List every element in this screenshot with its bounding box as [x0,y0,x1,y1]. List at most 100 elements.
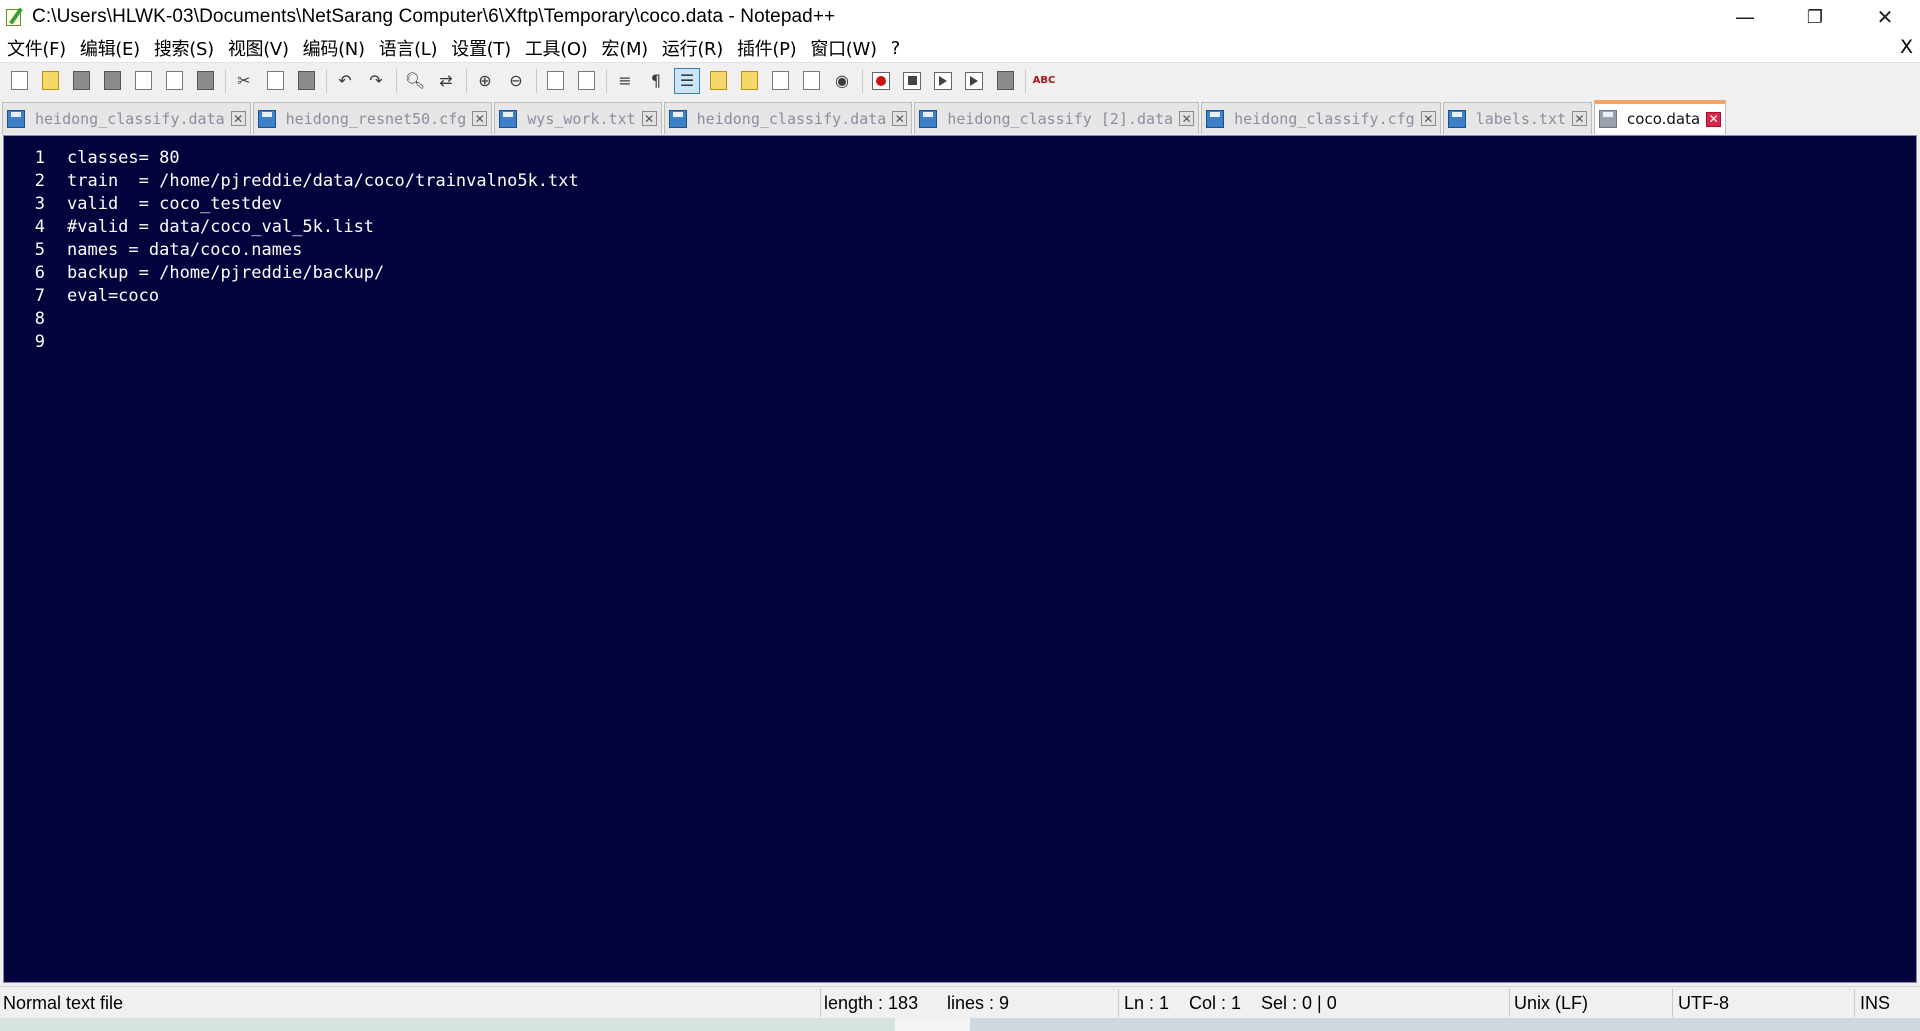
code-line[interactable]: train = /home/pjreddie/data/coco/trainva… [67,170,1916,193]
run-macro-multiple-icon[interactable] [961,68,987,94]
saved-file-icon [668,109,687,128]
record-macro-icon[interactable] [868,68,894,94]
redo-icon[interactable]: ↷ [363,68,389,94]
saved-file-icon [1447,109,1466,128]
line-number: 2 [34,171,45,191]
folder-workspace-icon[interactable] [798,68,824,94]
monitoring-icon[interactable]: ◉ [829,68,855,94]
notepadpp-logo-icon [4,6,26,28]
code-line[interactable] [67,308,1916,331]
tab-close-icon[interactable]: ✕ [230,111,246,126]
function-list-icon[interactable] [767,68,793,94]
tab-close-icon[interactable]: ✕ [1179,111,1195,126]
open-file-icon[interactable] [37,68,63,94]
new-file-icon[interactable] [6,68,32,94]
sync-horizontal-icon[interactable] [573,68,599,94]
tab-document[interactable]: heidong_resnet50.cfg ✕ [252,102,493,134]
menu-encoding[interactable]: 编码(N) [303,35,365,61]
undo-icon[interactable]: ↶ [332,68,358,94]
code-line[interactable]: valid = coco_testdev [67,193,1916,216]
doc-map-icon[interactable] [736,68,762,94]
code-line[interactable]: backup = /home/pjreddie/backup/ [67,262,1916,285]
replace-icon[interactable]: ⇄ [433,68,459,94]
minimize-button[interactable]: — [1710,0,1780,34]
tab-label: heidong_resnet50.cfg [285,109,467,128]
status-eol[interactable]: Unix (LF) [1514,993,1588,1014]
zoom-in-icon[interactable]: ⊕ [472,68,498,94]
taskbar-segment [970,1018,1920,1031]
menu-tools[interactable]: 工具(O) [525,35,588,61]
restore-button[interactable]: ❐ [1780,0,1850,34]
menu-help[interactable]: ? [891,38,901,59]
code-line[interactable]: #valid = data/coco_val_5k.list [67,216,1916,239]
status-separator [1509,989,1510,1017]
tab-close-icon[interactable]: ✕ [1706,111,1722,127]
saved-file-icon [7,109,25,128]
tab-close-icon[interactable]: ✕ [892,111,908,126]
menu-macro[interactable]: 宏(M) [602,35,649,61]
tab-close-icon[interactable]: ✕ [641,111,657,126]
code-line[interactable] [67,331,1916,354]
menu-search[interactable]: 搜索(S) [154,35,214,61]
tab-close-icon[interactable]: ✕ [472,111,488,126]
tab-label: coco.data [1627,110,1701,128]
tab-document-active[interactable]: coco.data ✕ [1594,100,1727,134]
tab-document[interactable]: heidong_classify.cfg ✕ [1201,102,1441,134]
spell-check-icon[interactable]: ABC [1031,68,1057,94]
stop-macro-icon[interactable] [899,68,925,94]
word-wrap-icon[interactable]: ≡ [612,68,638,94]
tab-label: heidong_classify.data [35,109,225,128]
title-bar: C:\Users\HLWK-03\Documents\NetSarang Com… [0,0,1920,34]
tab-document[interactable]: labels.txt ✕ [1442,102,1593,134]
tab-label: heidong_classify [2].data [947,109,1174,128]
tab-document[interactable]: heidong_classify.data ✕ [663,102,913,134]
status-separator [1118,989,1119,1017]
sync-vertical-icon[interactable] [542,68,568,94]
code-area[interactable]: classes= 80 train = /home/pjreddie/data/… [67,136,1916,982]
text-editor[interactable]: 1 2 3 4 5 6 7 8 9 classes= 80 train = /h… [3,135,1917,983]
saved-file-icon [499,109,518,128]
tab-close-icon[interactable]: ✕ [1572,111,1588,126]
menu-window[interactable]: 窗口(W) [810,35,877,61]
tab-document[interactable]: wys_work.txt ✕ [494,102,662,134]
show-all-chars-icon[interactable]: ¶ [643,68,669,94]
indent-guide-icon[interactable]: ☰ [674,67,700,94]
tab-document[interactable]: heidong_classify.data ✕ [2,102,251,134]
save-all-icon[interactable] [99,68,125,94]
status-encoding[interactable]: UTF-8 [1678,993,1729,1014]
code-line[interactable]: eval=coco [67,285,1916,308]
zoom-out-icon[interactable]: ⊖ [503,68,529,94]
menu-run[interactable]: 运行(R) [662,35,723,61]
code-line[interactable]: classes= 80 [67,147,1916,170]
menu-view[interactable]: 视图(V) [228,35,289,61]
tab-label: wys_work.txt [527,109,636,128]
menu-plugins[interactable]: 插件(P) [737,35,797,61]
tab-close-icon[interactable]: ✕ [1420,111,1436,126]
code-line[interactable]: names = data/coco.names [67,239,1916,262]
close-icon[interactable] [130,68,156,94]
cut-icon[interactable]: ✂ [231,68,257,94]
paste-icon[interactable] [293,68,319,94]
line-number: 7 [34,286,45,306]
close-window-button[interactable]: ✕ [1850,0,1920,34]
status-insert-mode[interactable]: INS [1860,993,1890,1014]
user-define-lang-icon[interactable] [705,68,731,94]
play-macro-icon[interactable] [930,68,956,94]
tab-document[interactable]: heidong_classify [2].data ✕ [914,102,1200,134]
close-document-button[interactable]: X [1900,36,1913,58]
find-icon[interactable]: 🔍︎ [402,68,428,94]
menu-settings[interactable]: 设置(T) [451,35,511,61]
status-lines: lines : 9 [947,993,1010,1013]
saved-file-icon [1599,110,1618,128]
toolbar-separator [536,68,537,93]
menu-language[interactable]: 语言(L) [379,35,438,61]
close-all-icon[interactable] [161,68,187,94]
toolbar-separator [225,68,226,93]
copy-icon[interactable] [262,68,288,94]
menu-edit[interactable]: 编辑(E) [80,35,140,61]
save-macro-icon[interactable] [992,68,1018,94]
line-number: 8 [34,309,45,329]
print-icon[interactable] [192,68,218,94]
menu-file[interactable]: 文件(F) [7,35,66,61]
save-icon[interactable] [68,68,94,94]
